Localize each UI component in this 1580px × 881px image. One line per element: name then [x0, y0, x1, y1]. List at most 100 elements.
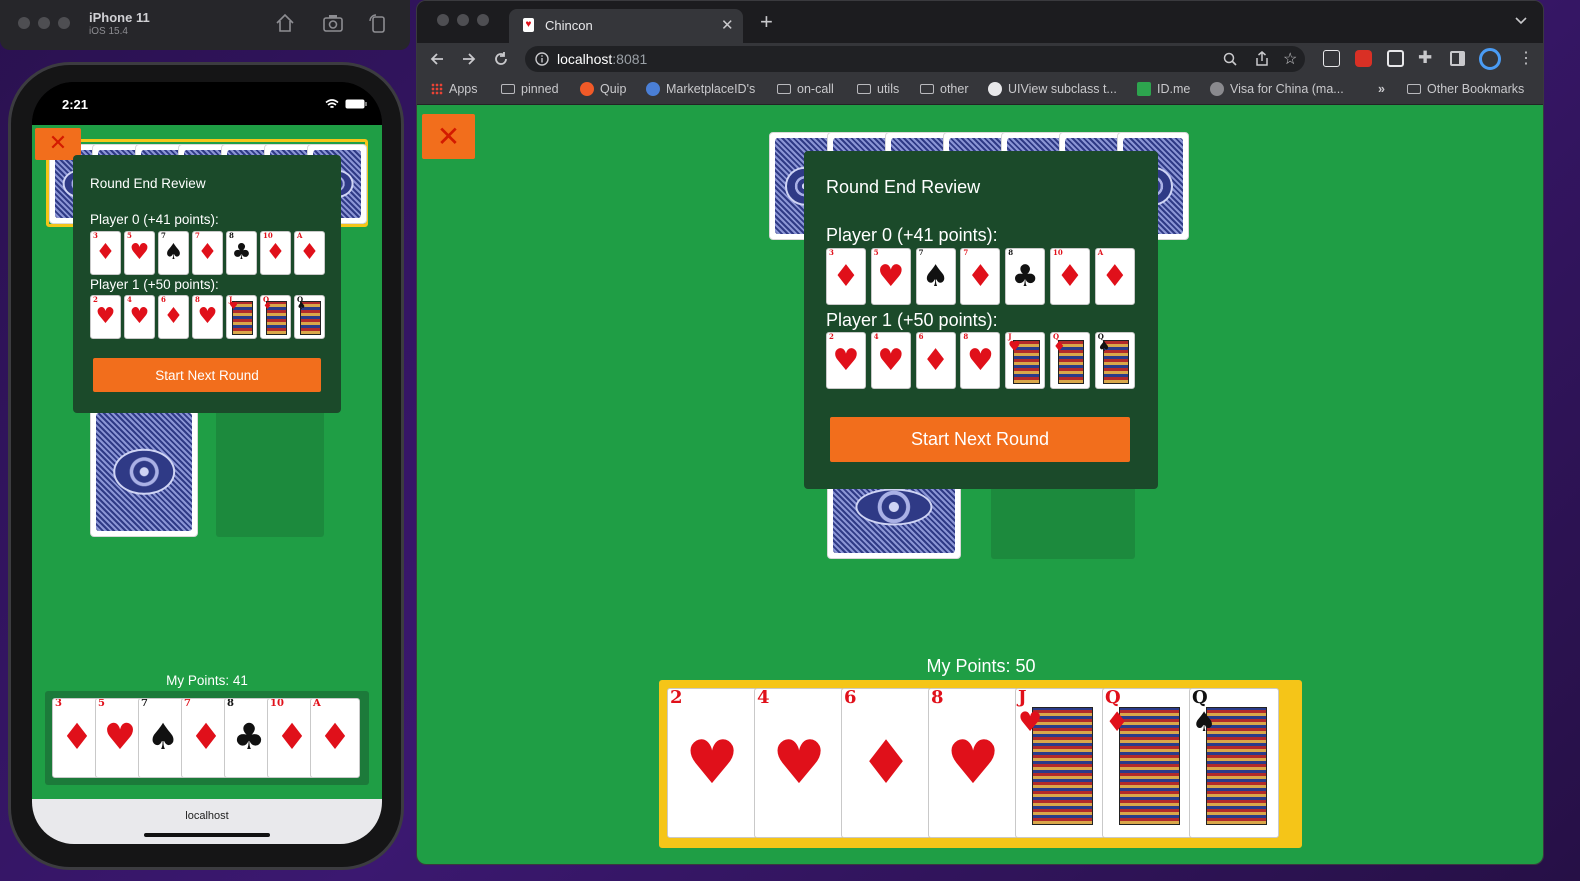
forward-icon[interactable] [461, 51, 477, 67]
playing-card: 6 ♦ [841, 688, 931, 838]
playing-card: A ♦ [294, 231, 325, 275]
extensions-puzzle-icon[interactable]: ✚ [1418, 48, 1432, 68]
favicon-card-icon: ♥ [523, 18, 534, 32]
card-rank: A [297, 231, 303, 240]
quip-icon [580, 82, 594, 96]
tab-close-icon[interactable]: ✕ [721, 16, 734, 34]
card-rank: 6 [844, 688, 857, 708]
zoom-window-dot[interactable] [58, 17, 70, 29]
tab-chincon[interactable]: ♥ Chincon ✕ [509, 9, 743, 43]
address-bar[interactable]: localhost:8081 ☆ [525, 46, 1305, 72]
playing-card: 3 ♦ [826, 248, 866, 305]
round-end-modal: Round End Review Player 0 (+41 points): … [804, 151, 1158, 489]
card-rank: A [313, 698, 321, 709]
card-rank: 4 [127, 295, 132, 304]
playing-card: 5 ♥ [870, 248, 911, 305]
card-suit: ♦ [1053, 339, 1066, 355]
card-rank: 8 [963, 332, 969, 341]
bookmark-idme[interactable]: ID.me [1137, 82, 1190, 96]
card-suit: ♥ [966, 342, 994, 378]
chrome-window: ♥ Chincon ✕ + localhost:8081 ☆ ✚ ⋮ Apps … [416, 0, 1544, 865]
rotate-icon[interactable] [367, 12, 389, 34]
card-rank: 5 [127, 231, 132, 240]
card-suit: ♥ [946, 728, 1000, 798]
playing-card: 4 ♥ [754, 688, 844, 838]
playing-card: Q ♦ [1102, 688, 1192, 838]
bookmark-utils[interactable]: utils [857, 82, 899, 96]
player0-label: Player 0 (+41 points): [90, 212, 219, 227]
reload-icon[interactable] [493, 51, 509, 67]
zoom-icon[interactable] [1223, 52, 1237, 66]
menu-kebab-icon[interactable]: ⋮ [1518, 48, 1534, 68]
bookmark-visa-china[interactable]: Visa for China (ma... [1210, 82, 1344, 96]
wifi-icon [325, 99, 339, 109]
extension-window-icon[interactable] [1387, 50, 1404, 67]
playing-card: 7 ♠ [158, 231, 189, 275]
screenshot-icon[interactable] [322, 12, 344, 34]
bookmark-pinned[interactable]: pinned [501, 82, 559, 96]
bookmark-uiview[interactable]: UIView subclass t... [988, 82, 1117, 96]
card-rank: 7 [161, 231, 166, 240]
card-rank: 4 [757, 688, 770, 708]
card-suit: ♦ [189, 717, 223, 758]
github-icon [988, 82, 1002, 96]
zoom-window-dot[interactable] [477, 14, 489, 26]
card-suit: ♠ [297, 301, 306, 312]
bookmarks-overflow-icon[interactable]: » [1378, 82, 1385, 96]
start-next-round-button[interactable]: Start Next Round [830, 417, 1130, 462]
card-suit: ♦ [299, 240, 320, 265]
modal-title: Round End Review [90, 176, 206, 191]
card-suit: ♦ [263, 301, 272, 312]
safari-url-bar[interactable]: localhost [32, 799, 382, 844]
bookmark-marketplaceids[interactable]: MarketplaceID's [646, 82, 755, 96]
bookmark-quip[interactable]: Quip [580, 82, 626, 96]
playing-card: 8 ♥ [928, 688, 1018, 838]
close-window-dot[interactable] [437, 14, 449, 26]
share-icon[interactable] [1255, 51, 1269, 67]
playing-card: 2 ♥ [826, 332, 866, 389]
extension-red-icon[interactable] [1355, 50, 1372, 67]
card-rank: 10 [263, 231, 273, 240]
card-suit: ♣ [1011, 258, 1039, 294]
playing-card: 2 ♥ [90, 295, 121, 339]
card-suit: ♠ [1097, 339, 1111, 355]
apps-grid-icon [431, 83, 443, 95]
player1-cards: 2 ♥ 4 ♥ 6 ♦ 8 ♥ J ♥ Q ♦ Q ♠ [90, 295, 326, 339]
card-suit: ♥ [95, 304, 116, 329]
new-tab-icon[interactable]: + [760, 9, 773, 35]
playing-card: Q ♦ [260, 295, 291, 339]
folder-icon [857, 84, 871, 94]
card-suit: ♦ [197, 240, 218, 265]
minimize-window-dot[interactable] [38, 17, 50, 29]
close-window-dot[interactable] [18, 17, 30, 29]
bookmark-other[interactable]: other [920, 82, 969, 96]
bookmarks-bar: Apps pinned Quip MarketplaceID's on-call… [417, 75, 1543, 105]
playing-card: Q ♠ [1189, 688, 1279, 838]
discard-pile[interactable] [216, 407, 324, 537]
card-suit: ♦ [966, 258, 994, 294]
card-suit: ♠ [163, 240, 184, 265]
draw-pile[interactable] [90, 407, 198, 537]
card-suit: ♠ [146, 717, 180, 758]
home-icon[interactable] [274, 12, 296, 34]
bookmark-star-icon[interactable]: ☆ [1283, 49, 1297, 69]
card-suit: ♥ [103, 717, 137, 758]
browser-toolbar: localhost:8081 ☆ ✚ ⋮ [417, 43, 1543, 75]
tab-search-chevron-icon[interactable] [1515, 17, 1527, 25]
back-icon[interactable] [429, 51, 445, 67]
bookmark-on-call[interactable]: on-call [777, 82, 834, 96]
bookmark-other-bookmarks[interactable]: Other Bookmarks [1407, 82, 1524, 96]
side-panel-icon[interactable] [1450, 51, 1465, 66]
card-suit: ♦ [318, 717, 352, 758]
playing-card: 7 ♦ [960, 248, 1001, 305]
extension-eyes-icon[interactable] [1323, 50, 1340, 67]
playing-card: 10 ♦ [260, 231, 291, 275]
profile-avatar[interactable] [1479, 48, 1501, 70]
bookmark-apps[interactable]: Apps [431, 82, 478, 96]
card-suit: ♣ [232, 717, 266, 758]
simulator-device-name: iPhone 11 [89, 10, 150, 25]
start-next-round-button[interactable]: Start Next Round [93, 358, 321, 392]
info-icon[interactable] [535, 52, 549, 66]
close-button[interactable]: ✕ [422, 114, 475, 159]
minimize-window-dot[interactable] [457, 14, 469, 26]
